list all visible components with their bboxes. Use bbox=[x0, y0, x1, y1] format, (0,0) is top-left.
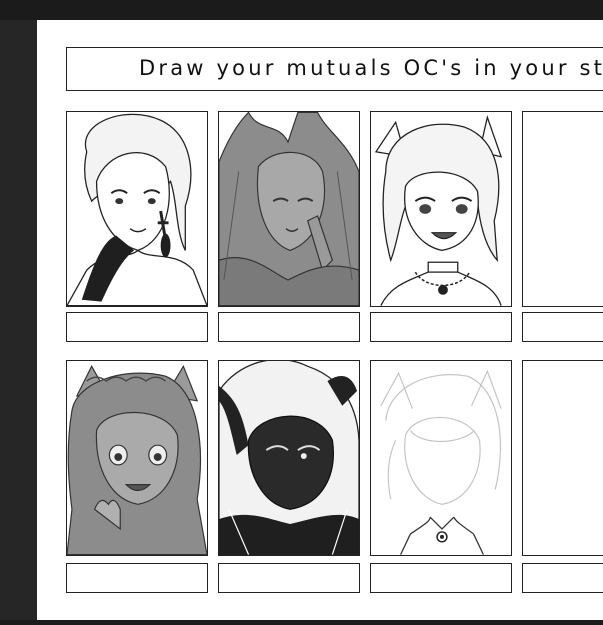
name-box-8[interactable] bbox=[522, 563, 603, 593]
name-box-6[interactable] bbox=[218, 563, 360, 593]
empty-panel bbox=[523, 112, 603, 306]
art-panel-1[interactable] bbox=[66, 111, 208, 307]
art-panel-6[interactable] bbox=[218, 360, 360, 556]
name-box-1[interactable] bbox=[66, 312, 208, 342]
window-top-edge bbox=[0, 0, 603, 20]
portrait-light-hair-sketch bbox=[67, 113, 207, 306]
canvas-title: Draw your mutuals OC's in your style bbox=[139, 56, 603, 80]
portrait-gray-catgirl-sketch bbox=[67, 364, 207, 555]
art-panel-5[interactable] bbox=[66, 360, 208, 556]
art-panel-3[interactable] bbox=[370, 111, 512, 307]
title-frame: Draw your mutuals OC's in your style bbox=[66, 47, 603, 91]
portrait-gray-horned-sketch bbox=[219, 112, 359, 306]
portrait-faint-sketch bbox=[380, 369, 502, 555]
name-box-5[interactable] bbox=[66, 563, 208, 593]
art-panel-4[interactable] bbox=[522, 111, 603, 307]
drawing-canvas[interactable]: Draw your mutuals OC's in your style bbox=[37, 20, 603, 620]
name-box-2[interactable] bbox=[218, 312, 360, 342]
name-box-4[interactable] bbox=[522, 312, 603, 342]
portrait-horned-dark-mask-sketch bbox=[219, 361, 359, 555]
name-box-3[interactable] bbox=[370, 312, 512, 342]
empty-panel bbox=[523, 361, 603, 555]
portrait-catgirl-sketch bbox=[374, 115, 503, 306]
window-bottom-edge bbox=[0, 620, 603, 625]
art-panel-2[interactable] bbox=[218, 111, 360, 307]
name-box-7[interactable] bbox=[370, 563, 512, 593]
art-panel-8[interactable] bbox=[522, 360, 603, 556]
art-panel-7[interactable] bbox=[370, 360, 512, 556]
